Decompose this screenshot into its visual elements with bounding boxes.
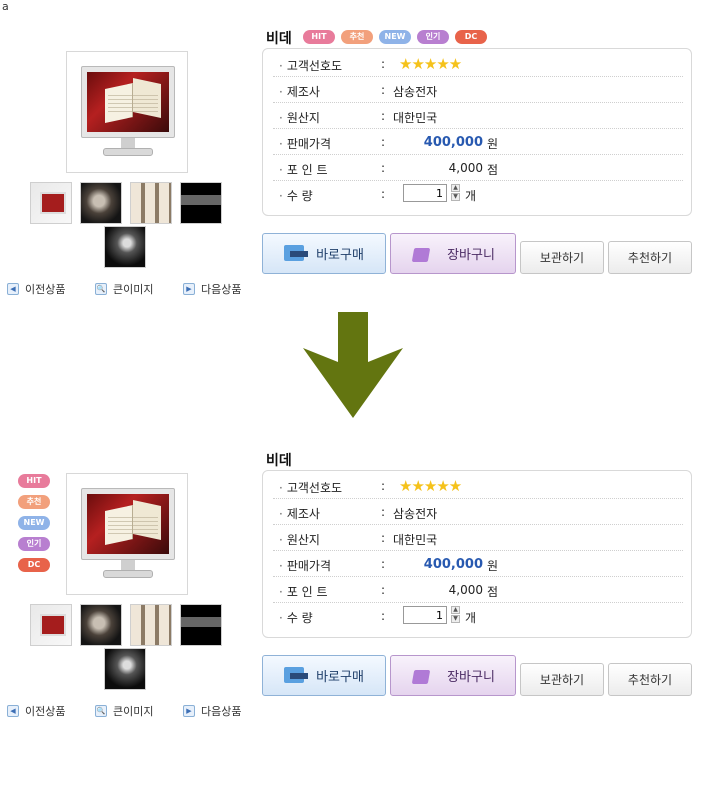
next-product-link[interactable]: ▶ 다음상품 [183,703,241,719]
thumbnail[interactable] [30,604,72,646]
thumbnail[interactable] [80,182,122,224]
info-row-origin: 원산지: 대한민국 [273,525,683,551]
product-title: 비데 [266,31,292,47]
info-row-origin: 원산지: 대한민국 [273,103,683,129]
quantity-up-icon[interactable]: ▲ [451,606,460,614]
next-arrow-icon: ▶ [183,705,195,717]
add-to-cart-button[interactable]: 장바구니 [390,655,516,696]
info-row-price: 판매가격: 400,000원 [273,129,683,155]
bag-icon [411,666,433,686]
add-to-cart-button[interactable]: 장바구니 [390,233,516,274]
rating-stars: ★★★★★ [399,477,462,495]
product-nav: ◀ 이전상품 🔍 큰이미지 ▶ 다음상품 [7,281,257,297]
info-row-points: 포 인 트: 4,000점 [273,577,683,603]
prev-product-link[interactable]: ◀ 이전상품 [7,281,65,297]
save-button[interactable]: 보관하기 [520,241,604,274]
recommend-badge: 추천 [18,495,50,509]
down-arrow-icon [303,312,403,418]
info-row-rating: 고객선호도: ★★★★★ [273,51,683,77]
recommend-button[interactable]: 추천하기 [608,663,692,696]
monitor-illustration [81,488,175,584]
thumbnail[interactable] [104,648,146,690]
magnifier-icon: 🔍 [95,705,107,717]
new-badge: NEW [379,30,411,44]
info-row-maker: 제조사: 삼송전자 [273,499,683,525]
new-badge: NEW [18,516,50,530]
rating-stars: ★★★★★ [399,55,462,73]
product-nav: ◀ 이전상품 🔍 큰이미지 ▶ 다음상품 [7,703,257,719]
buy-now-button[interactable]: 바로구매 [262,655,386,696]
thumbnail[interactable] [80,604,122,646]
price-value: 400,000 [423,557,483,572]
info-row-maker: 제조사: 삼송전자 [273,77,683,103]
info-row-price: 판매가격: 400,000원 [273,551,683,577]
next-arrow-icon: ▶ [183,283,195,295]
prev-arrow-icon: ◀ [7,705,19,717]
save-button[interactable]: 보관하기 [520,663,604,696]
dc-badge: DC [18,558,50,572]
card-icon [284,665,309,687]
prev-product-link[interactable]: ◀ 이전상품 [7,703,65,719]
thumbnail[interactable] [130,182,172,224]
popular-badge: 인기 [18,537,50,551]
popular-badge: 인기 [417,30,449,44]
info-row-rating: 고객선호도: ★★★★★ [273,473,683,499]
magnifier-icon: 🔍 [95,283,107,295]
product-panel-before: ◀이전상품 🔍큰이미지 ▶다음상품 비데 HIT 추천 NEW 인기 DC 고객… [0,26,705,326]
prev-arrow-icon: ◀ [7,283,19,295]
thumbnail[interactable] [104,226,146,268]
quantity-input[interactable] [403,184,447,202]
card-icon [284,243,309,265]
quantity-down-icon[interactable]: ▼ [451,615,460,623]
product-main-image[interactable] [66,51,188,173]
hit-badge: HIT [303,30,335,44]
thumbnail[interactable] [30,182,72,224]
recommend-button[interactable]: 추천하기 [608,241,692,274]
large-image-link[interactable]: 🔍 큰이미지 [95,703,153,719]
info-row-quantity: 수 량: ▲ ▼ 개 [273,181,683,207]
badge-row: HIT 추천 NEW 인기 DC [303,30,487,44]
dc-badge: DC [455,30,487,44]
thumbnail[interactable] [180,604,222,646]
product-info-box: 고객선호도: ★★★★★ 제조사: 삼송전자 원산지: 대한민국 판매가격: 4… [262,48,692,216]
quantity-down-icon[interactable]: ▼ [451,193,460,201]
next-product-link[interactable]: ▶ 다음상품 [183,281,241,297]
quantity-input[interactable] [403,606,447,624]
info-row-quantity: 수 량: ▲ ▼ 개 [273,603,683,629]
price-value: 400,000 [423,135,483,150]
monitor-illustration [81,66,175,162]
buy-now-button[interactable]: 바로구매 [262,233,386,274]
recommend-badge: 추천 [341,30,373,44]
product-info-box: 고객선호도: ★★★★★ 제조사: 삼송전자 원산지: 대한민국 판매가격: 4… [262,470,692,638]
product-title: 비데 [266,453,292,469]
corner-label: a [2,0,9,13]
quantity-up-icon[interactable]: ▲ [451,184,460,192]
badge-column: HIT 추천 NEW 인기 DC [18,474,54,579]
large-image-link[interactable]: 🔍 큰이미지 [95,281,153,297]
thumbnail[interactable] [130,604,172,646]
product-panel-after: HIT 추천 NEW 인기 DC ◀이전상품 🔍큰이미지 ▶다음상품 비데 고객… [0,448,705,748]
hit-badge: HIT [18,474,50,488]
thumbnail[interactable] [180,182,222,224]
product-main-image[interactable] [66,473,188,595]
info-row-points: 포 인 트: 4,000점 [273,155,683,181]
bag-icon [411,244,433,264]
